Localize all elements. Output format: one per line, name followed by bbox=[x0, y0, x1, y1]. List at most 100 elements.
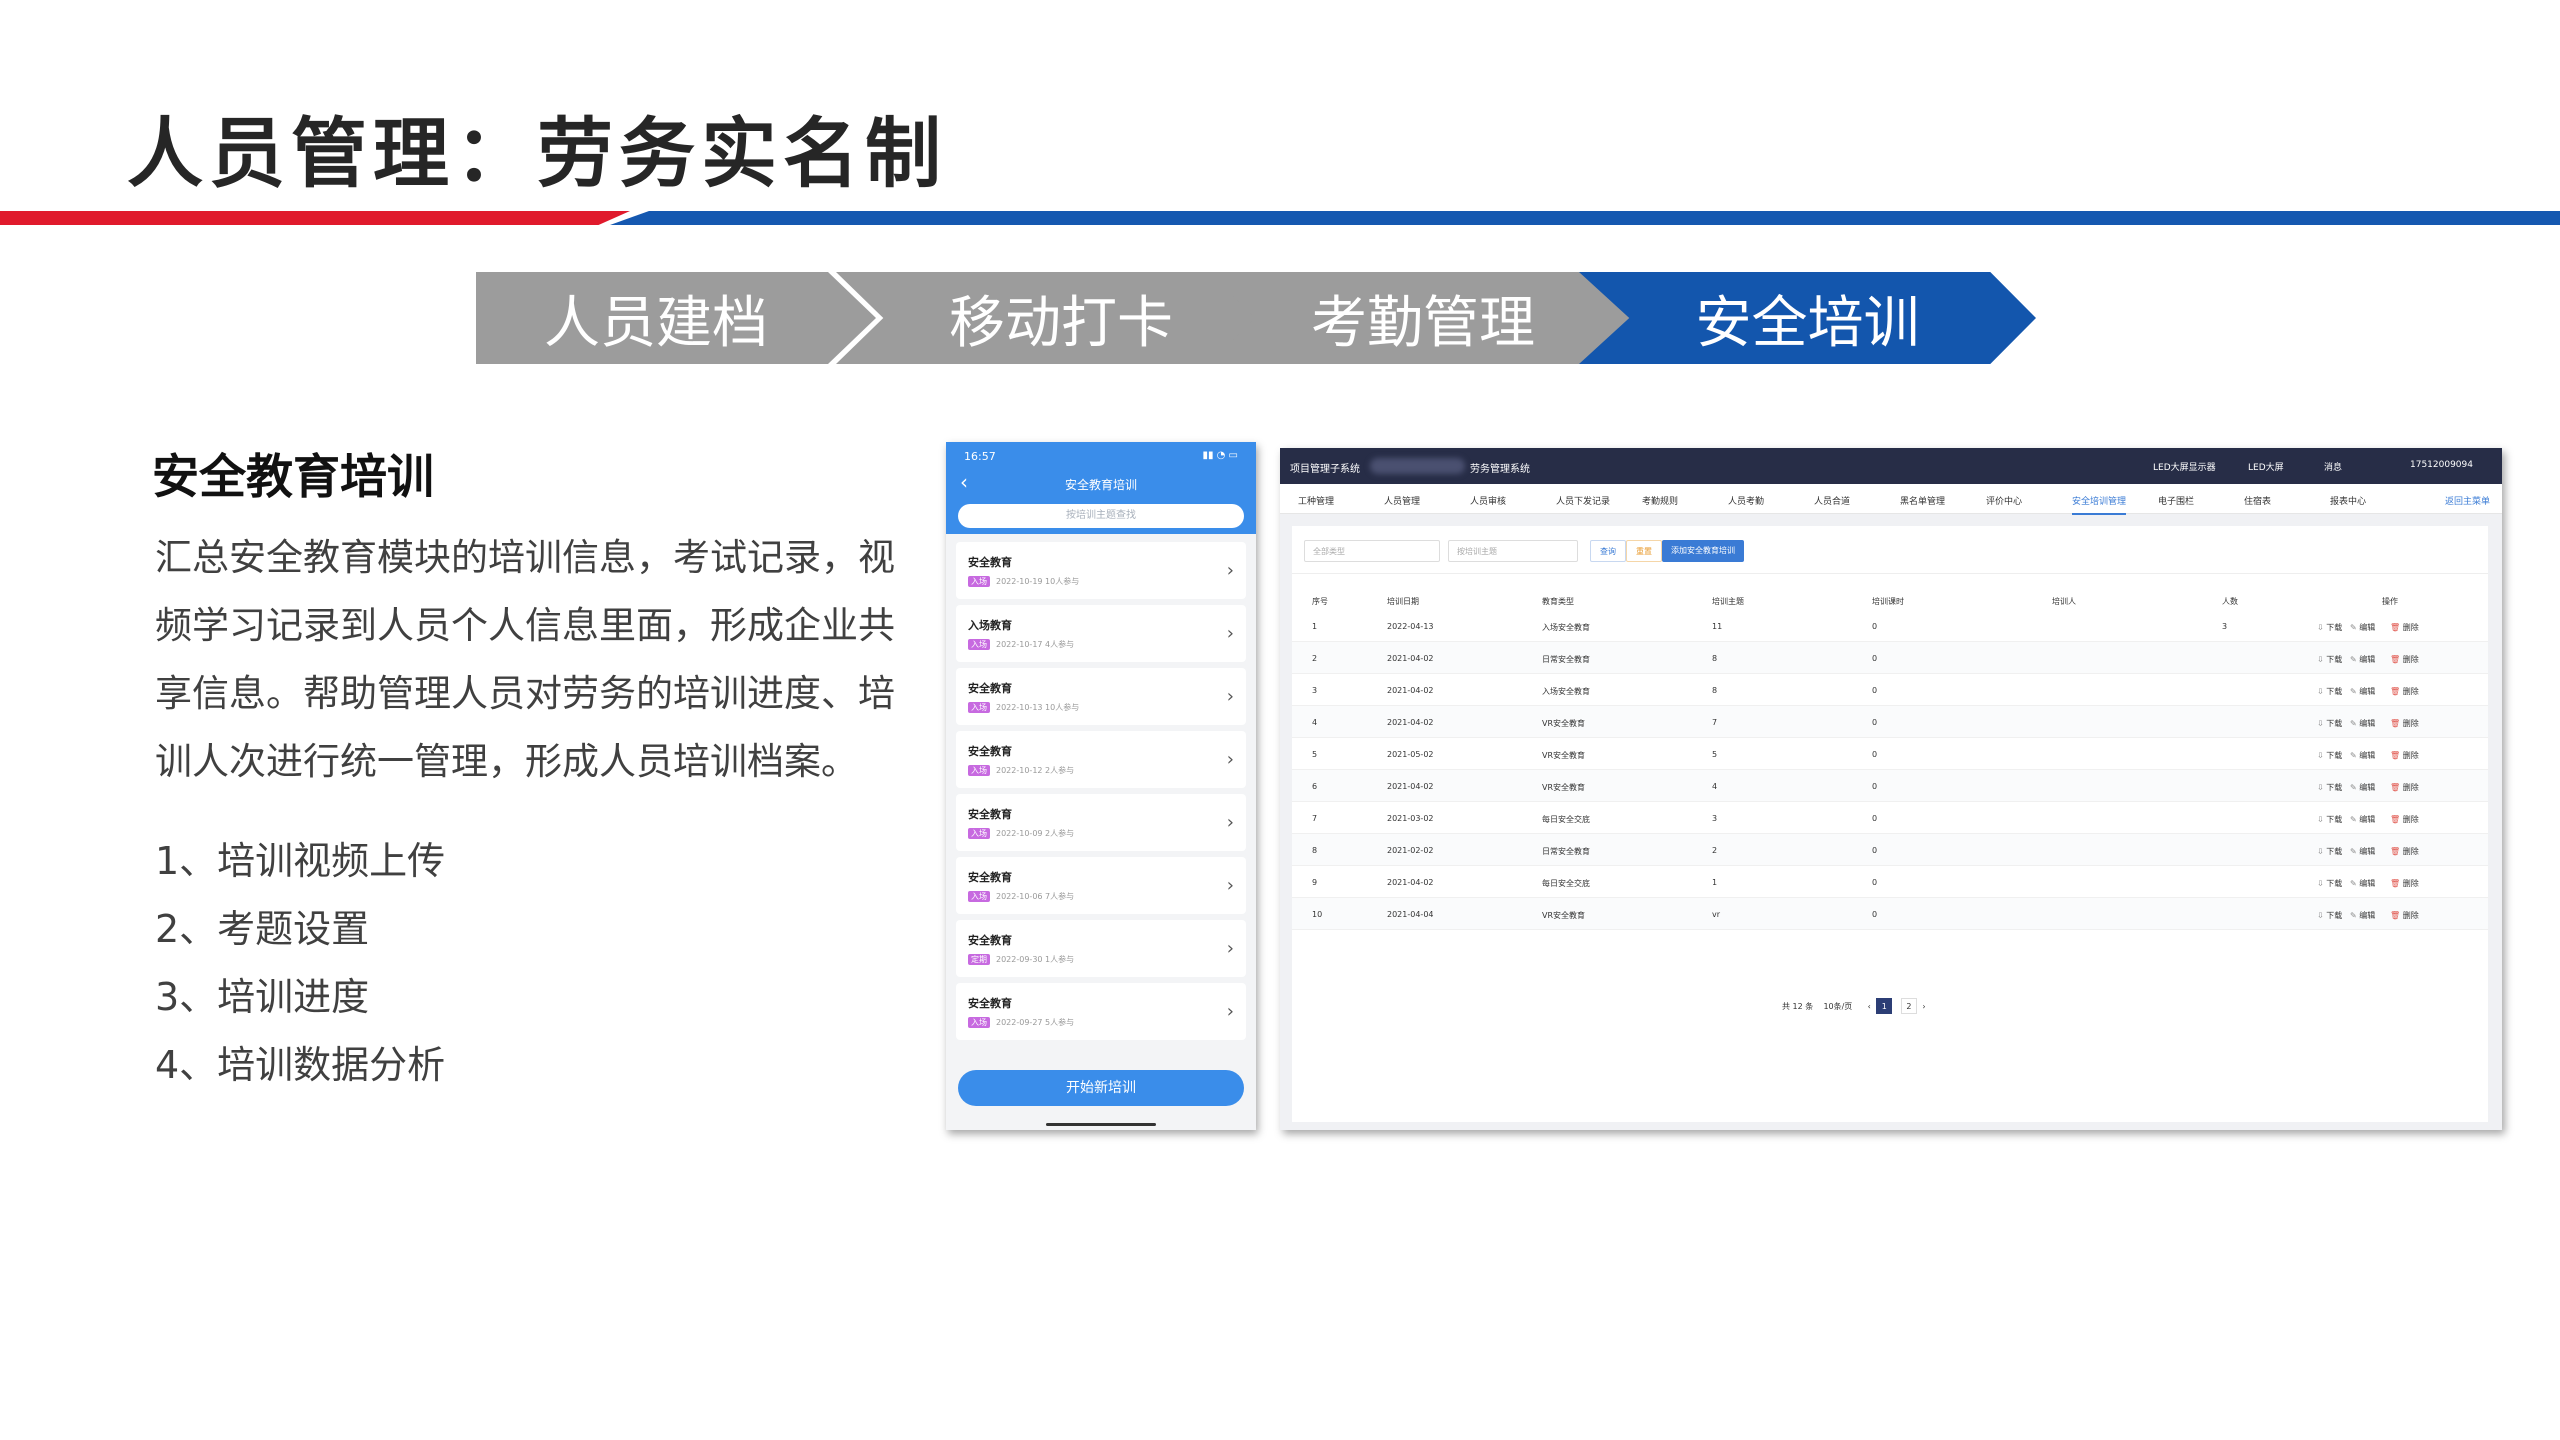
page-2[interactable]: 2 bbox=[1900, 998, 1917, 1014]
nav-item[interactable]: 人员考勤 bbox=[1728, 494, 1764, 507]
delete-action[interactable]: 🗑 删除 bbox=[2390, 686, 2419, 697]
delete-action[interactable]: 🗑 删除 bbox=[2390, 814, 2419, 825]
edit-action[interactable]: ✎ 编辑 bbox=[2350, 622, 2375, 633]
download-action[interactable]: ⇩ 下载 bbox=[2317, 622, 2342, 633]
table-cell: 2 bbox=[1312, 654, 1318, 663]
nav-item[interactable]: 人员审核 bbox=[1470, 494, 1506, 507]
message-link[interactable]: 消息 bbox=[2324, 460, 2342, 473]
phone-search-input[interactable]: 按培训主题查找 bbox=[958, 504, 1244, 528]
download-action[interactable]: ⇩ 下载 bbox=[2317, 654, 2342, 665]
page-1[interactable]: 1 bbox=[1876, 998, 1893, 1014]
process-steps: 人员建档 移动打卡 考勤管理 安全培训 bbox=[476, 272, 2036, 364]
edit-action[interactable]: ✎ 编辑 bbox=[2350, 686, 2375, 697]
nav-item[interactable]: 人员管理 bbox=[1384, 494, 1420, 507]
action-label: 删除 bbox=[2402, 687, 2419, 696]
table-cell: 每日安全交底 bbox=[1542, 879, 1590, 888]
delete-action[interactable]: 🗑 删除 bbox=[2390, 782, 2419, 793]
topic-search-input[interactable]: 按培训主题 bbox=[1448, 540, 1578, 562]
nav-item[interactable]: 安全培训管理 bbox=[2072, 494, 2127, 515]
table-cell: 1 bbox=[1312, 622, 1318, 631]
edit-action[interactable]: ✎ 编辑 bbox=[2350, 718, 2375, 729]
item-date-count: 2022-10-13 10人参与 bbox=[996, 703, 1080, 712]
download-action[interactable]: ⇩ 下载 bbox=[2317, 814, 2342, 825]
chevron-right-icon: › bbox=[1226, 1001, 1234, 1022]
action-label: 删除 bbox=[2402, 847, 2419, 856]
edit-icon: ✎ bbox=[2350, 623, 2360, 632]
delete-action[interactable]: 🗑 删除 bbox=[2390, 878, 2419, 889]
download-icon: ⇩ bbox=[2317, 655, 2327, 664]
action-label: 下载 bbox=[2326, 655, 2343, 664]
phone-list-item[interactable]: 安全教育 定期 2022-09-30 1人参与 › bbox=[956, 920, 1246, 977]
download-action[interactable]: ⇩ 下载 bbox=[2317, 878, 2342, 889]
delete-action[interactable]: 🗑 删除 bbox=[2390, 910, 2419, 921]
phone-list-item[interactable]: 安全教育 入场 2022-10-06 7人参与 › bbox=[956, 857, 1246, 914]
nav-item[interactable]: 黑名单管理 bbox=[1900, 494, 1945, 507]
led-screen-link[interactable]: LED大屏 bbox=[2248, 460, 2284, 473]
item-tag: 入场 bbox=[968, 639, 990, 650]
phone-list-item[interactable]: 安全教育 入场 2022-09-27 5人参与 › bbox=[956, 983, 1246, 1040]
item-tag: 入场 bbox=[968, 828, 990, 839]
phone-list-item[interactable]: 安全教育 入场 2022-10-19 10人参与 › bbox=[956, 542, 1246, 599]
phone-list-item[interactable]: 入场教育 入场 2022-10-17 4人参与 › bbox=[956, 605, 1246, 662]
item-meta: 入场 2022-09-27 5人参与 bbox=[968, 1017, 1246, 1028]
led-display-link[interactable]: LED大屏显示器 bbox=[2153, 460, 2216, 473]
delete-icon: 🗑 bbox=[2390, 815, 2403, 824]
chevron-right-icon: › bbox=[1226, 938, 1234, 959]
nav-item[interactable]: 电子围栏 bbox=[2158, 494, 2194, 507]
nav-item[interactable]: 返回主菜单 bbox=[2445, 494, 2490, 507]
item-tag: 入场 bbox=[968, 702, 990, 713]
step-1: 人员建档 bbox=[476, 272, 876, 364]
column-header: 培训主题 bbox=[1712, 597, 1744, 606]
download-action[interactable]: ⇩ 下载 bbox=[2317, 718, 2342, 729]
download-icon: ⇩ bbox=[2317, 815, 2327, 824]
action-label: 编辑 bbox=[2359, 815, 2376, 824]
edit-action[interactable]: ✎ 编辑 bbox=[2350, 910, 2375, 921]
nav-item[interactable]: 住宿表 bbox=[2244, 494, 2271, 507]
edit-action[interactable]: ✎ 编辑 bbox=[2350, 750, 2375, 761]
item-tag: 入场 bbox=[968, 576, 990, 587]
edit-action[interactable]: ✎ 编辑 bbox=[2350, 814, 2375, 825]
per-page-select[interactable]: 10条/页 bbox=[1823, 1002, 1852, 1011]
download-icon: ⇩ bbox=[2317, 623, 2327, 632]
start-training-button[interactable]: 开始新培训 bbox=[958, 1070, 1244, 1106]
nav-item[interactable]: 评价中心 bbox=[1986, 494, 2022, 507]
item-tag: 定期 bbox=[968, 954, 990, 965]
download-action[interactable]: ⇩ 下载 bbox=[2317, 846, 2342, 857]
phone-list-item[interactable]: 安全教育 入场 2022-10-12 2人参与 › bbox=[956, 731, 1246, 788]
delete-action[interactable]: 🗑 删除 bbox=[2390, 654, 2419, 665]
download-action[interactable]: ⇩ 下载 bbox=[2317, 782, 2342, 793]
add-training-button[interactable]: 添加安全教育培训 bbox=[1662, 540, 1744, 562]
nav-item[interactable]: 人员合道 bbox=[1814, 494, 1850, 507]
nav-item[interactable]: 报表中心 bbox=[2330, 494, 2366, 507]
download-action[interactable]: ⇩ 下载 bbox=[2317, 686, 2342, 697]
edit-action[interactable]: ✎ 编辑 bbox=[2350, 846, 2375, 857]
feature-item: 4、培训数据分析 bbox=[155, 1043, 446, 1087]
delete-action[interactable]: 🗑 删除 bbox=[2390, 718, 2419, 729]
table-cell: 2021-02-02 bbox=[1387, 846, 1434, 855]
next-page-icon[interactable]: › bbox=[1922, 1002, 1925, 1011]
delete-action[interactable]: 🗑 删除 bbox=[2390, 846, 2419, 857]
delete-icon: 🗑 bbox=[2390, 847, 2403, 856]
prev-page-icon[interactable]: ‹ bbox=[1868, 1002, 1871, 1011]
nav-item[interactable]: 工种管理 bbox=[1298, 494, 1334, 507]
table-cell: 4 bbox=[1712, 782, 1718, 791]
download-action[interactable]: ⇩ 下载 bbox=[2317, 750, 2342, 761]
search-button[interactable]: 查询 bbox=[1590, 540, 1626, 562]
user-account[interactable]: 17512009094 bbox=[2410, 460, 2473, 470]
download-action[interactable]: ⇩ 下载 bbox=[2317, 910, 2342, 921]
type-select[interactable]: 全部类型 bbox=[1304, 540, 1440, 562]
reset-button[interactable]: 重置 bbox=[1626, 540, 1662, 562]
delete-action[interactable]: 🗑 删除 bbox=[2390, 622, 2419, 633]
table-cell: 2 bbox=[1712, 846, 1718, 855]
nav-item[interactable]: 人员下发记录 bbox=[1556, 494, 1610, 507]
delete-icon: 🗑 bbox=[2390, 879, 2403, 888]
edit-action[interactable]: ✎ 编辑 bbox=[2350, 654, 2375, 665]
edit-action[interactable]: ✎ 编辑 bbox=[2350, 878, 2375, 889]
table-cell: 3 bbox=[1312, 686, 1318, 695]
nav-item[interactable]: 考勤规则 bbox=[1642, 494, 1678, 507]
edit-action[interactable]: ✎ 编辑 bbox=[2350, 782, 2375, 793]
phone-header: 16:57 ▮▮ ◔ ▭ ‹ 安全教育培训 按培训主题查找 bbox=[946, 442, 1256, 534]
delete-action[interactable]: 🗑 删除 bbox=[2390, 750, 2419, 761]
phone-list-item[interactable]: 安全教育 入场 2022-10-09 2人参与 › bbox=[956, 794, 1246, 851]
phone-list-item[interactable]: 安全教育 入场 2022-10-13 10人参与 › bbox=[956, 668, 1246, 725]
